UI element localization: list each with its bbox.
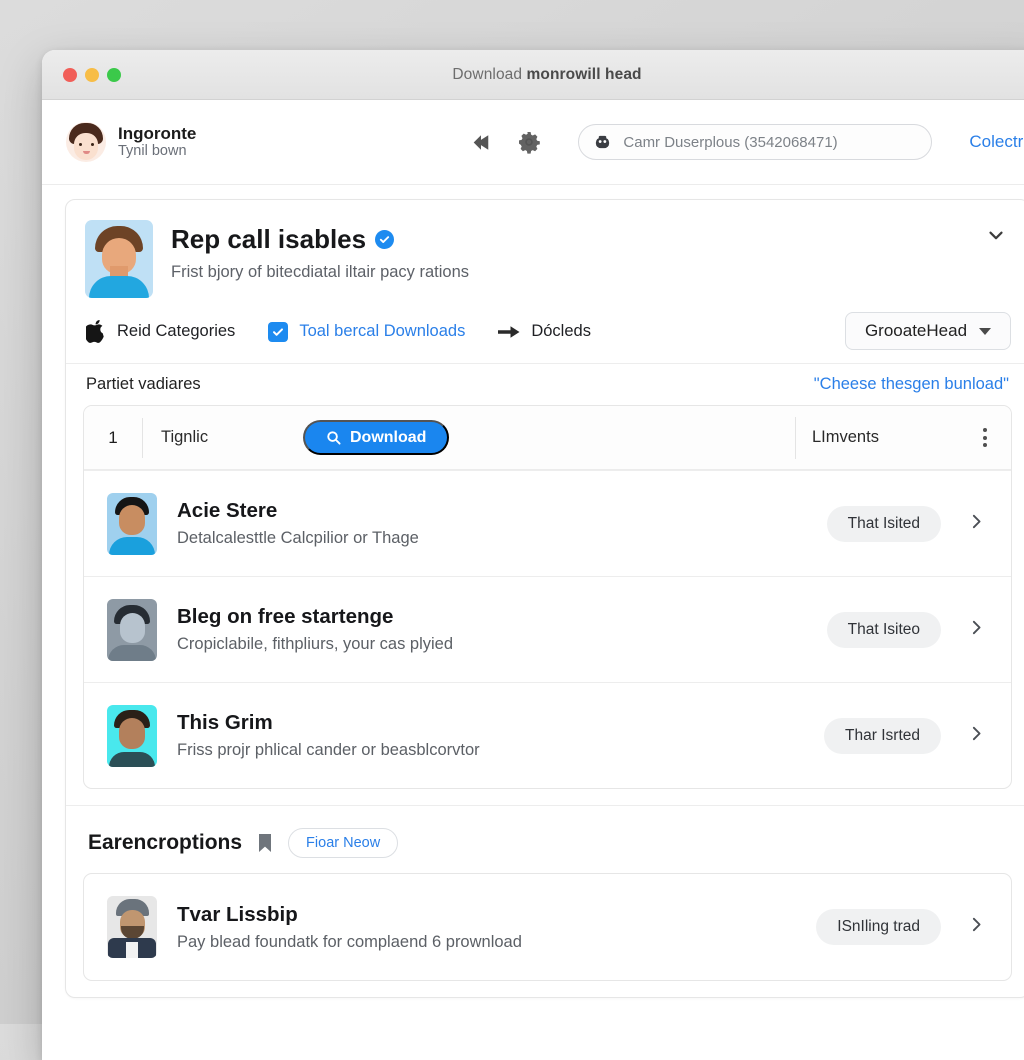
list-item[interactable]: This Grim Friss projr phlical cander or … [84,682,1011,788]
search-input[interactable]: Camr Duserplous (3542068471) [578,124,933,160]
profile-header: Rep call isables Frist bjory of bitecdia… [66,200,1024,298]
status-badge: Thar Isrted [824,717,941,754]
bookmark-icon [256,833,274,853]
list-header-label: Tignlic [161,428,209,446]
chevron-down-icon[interactable] [985,224,1007,251]
list-item-subtitle: Pay blead foundatk for complaend 6 prown… [177,932,522,951]
list-item-title: Tvar Lissbip [177,902,298,926]
avatar [107,896,157,958]
bottom-section-title: Earencroptions [88,831,243,854]
list-header-row: 1 Tignlic Download LImvents [84,406,1011,470]
user-subtitle: Tynil bown [118,143,187,160]
header-tools: Camr Duserplous (3542068471) Colectries [466,124,1024,160]
filter-label: Toal bercal Downloads [299,322,466,340]
status-badge: ISnIling trad [816,909,941,945]
search-icon [327,431,341,445]
chevron-right-icon[interactable] [966,914,987,940]
list-item[interactable]: Tvar Lissbip Pay blead foundatk for comp… [84,874,1011,980]
checkbox-checked-icon[interactable] [268,321,289,342]
profile-card: Rep call isables Frist bjory of bitecdia… [65,199,1024,998]
filter-row: Reid Categories Toal bercal Downloads Dó… [66,298,1024,363]
arrow-right-icon [498,324,520,340]
window-title: Download monrowill head [42,66,1024,84]
window-title-prefix: Download [452,65,527,83]
apple-icon [84,320,106,343]
app-header: Ingoronte Tynil bown Camr Duserplous (35… [42,100,1024,185]
filter-docleds[interactable]: Dócleds [498,322,591,341]
kebab-menu-icon[interactable] [983,428,987,447]
section-header: Partiet vadiares "Cheese thesgen bunload… [66,363,1024,405]
dropdown-label: GrooateHead [864,321,968,340]
list-item-subtitle: Friss projr phlical cander or beasblcorv… [177,741,480,759]
download-button[interactable]: Download [303,420,450,455]
bottom-section-header: Earencroptions Fioar Neow [66,805,1024,873]
filter-toal-bercal-downloads[interactable]: Toal bercal Downloads [268,321,466,342]
list-index: 1 [108,427,118,447]
app-window: Download monrowill head Ingoronte Tynil … [42,50,1024,1060]
profile-subtitle: Frist bjory of bitecdiatal iltair pacy r… [171,263,470,281]
divider [795,416,796,459]
grooate-head-dropdown[interactable]: GrooateHead [845,312,1011,350]
bottom-download-list: Tvar Lissbip Pay blead foundatk for comp… [83,873,1012,981]
status-badge: That Isiteo [826,611,941,648]
gear-icon[interactable] [514,127,544,157]
page-title: Rep call isables [171,224,469,255]
download-button-label: Download [350,428,427,446]
list-item[interactable]: Bleg on free startenge Cropiclabile, fit… [84,576,1011,682]
collections-link[interactable]: Colectries [969,132,1024,152]
download-list: 1 Tignlic Download LImvents Acie Stere D… [83,405,1012,789]
profile-avatar [85,220,153,298]
chevron-right-icon[interactable] [966,511,987,537]
avatar [107,492,157,555]
section-link[interactable]: "Cheese thesgen bunload" [814,375,1009,394]
avatar [107,704,157,767]
filter-label: Reid Categories [117,322,236,340]
list-item-title: Bleg on free startenge [177,605,394,628]
window-title-bold: monrowill head [526,65,642,83]
list-header-right-label: LImvents [812,428,879,446]
chevron-right-icon[interactable] [966,723,987,749]
search-value: Camr Duserplous (3542068471) [623,133,838,151]
user-name: Ingoronte [118,123,197,143]
verified-badge-icon [375,230,395,249]
back-arrow-icon[interactable] [466,127,496,157]
list-item-subtitle: Detalcalesttle Calcpilior or Thage [177,529,419,547]
list-item-title: Acie Stere [177,499,278,522]
profile-title-text: Rep call isables [171,224,367,254]
status-badge: That Isited [826,505,941,542]
section-title: Partiet vadiares [86,375,201,393]
filter-label: Dócleds [531,322,591,340]
avatar [66,122,106,162]
title-bar: Download monrowill head [42,50,1024,100]
fioar-neow-button[interactable]: Fioar Neow [288,828,399,858]
search-icon [593,134,612,151]
chevron-right-icon[interactable] [966,617,987,643]
filter-reid-categories[interactable]: Reid Categories [84,320,236,343]
current-user[interactable]: Ingoronte Tynil bown [66,122,196,162]
avatar [107,598,157,661]
chevron-down-icon [979,327,992,335]
list-item-title: This Grim [177,711,273,734]
list-item[interactable]: Acie Stere Detalcalesttle Calcpilior or … [84,470,1011,576]
list-item-subtitle: Cropiclabile, fithpliurs, your cas plyie… [177,635,454,653]
